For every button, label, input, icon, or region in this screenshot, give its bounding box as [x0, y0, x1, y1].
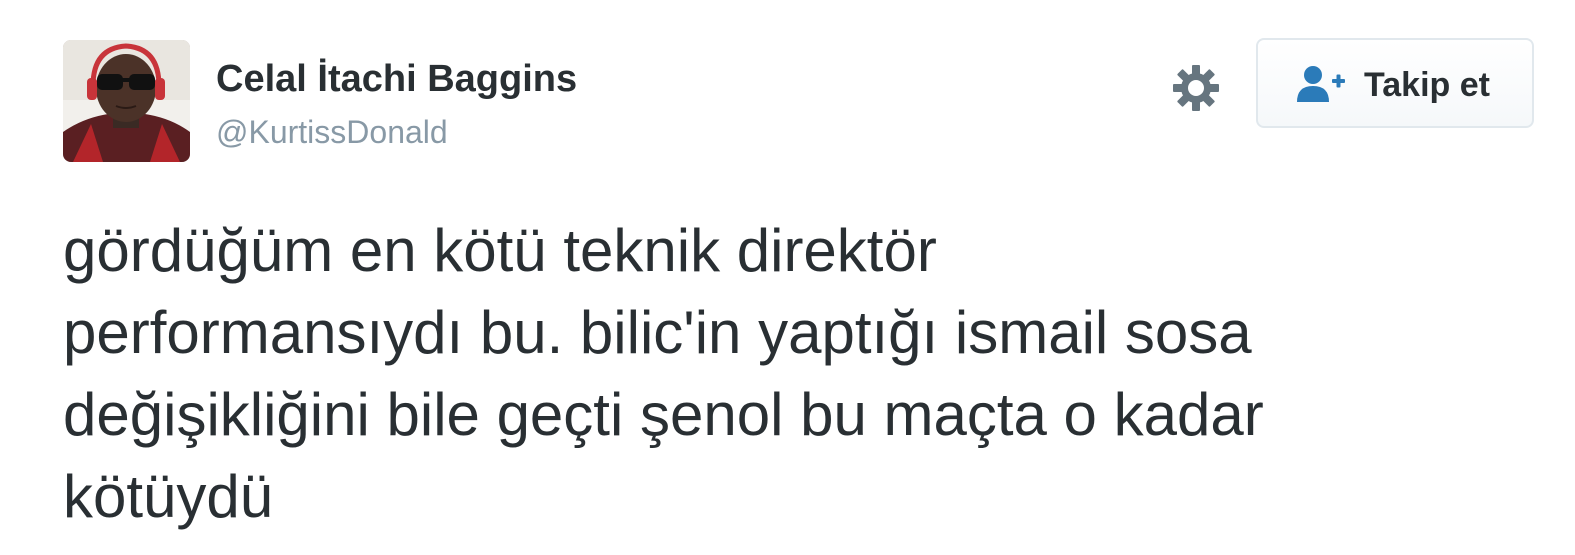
tweet-text-line: kötüydü — [63, 463, 274, 530]
avatar-image — [63, 40, 190, 162]
avatar[interactable] — [63, 40, 190, 162]
user-handle[interactable]: @KurtissDonald — [216, 112, 448, 152]
follow-button[interactable]: Takip et — [1256, 38, 1534, 128]
tweet-text: gördüğüm en kötü teknik direktör perform… — [63, 210, 1523, 538]
tweet-text-line: performansıydı bu. bilic'in yaptığı isma… — [63, 299, 1252, 366]
tweet-text-line: gördüğüm en kötü teknik direktör — [63, 217, 937, 284]
gear-icon[interactable] — [1170, 62, 1222, 114]
tweet-text-line: değişikliğini bile geçti şenol bu maçta … — [63, 381, 1264, 448]
user-display-name[interactable]: Celal İtachi Baggins — [216, 56, 577, 102]
add-user-icon — [1296, 64, 1346, 104]
tweet-card: Celal İtachi Baggins @KurtissDonald Taki… — [0, 0, 1575, 555]
follow-button-label: Takip et — [1364, 66, 1490, 104]
